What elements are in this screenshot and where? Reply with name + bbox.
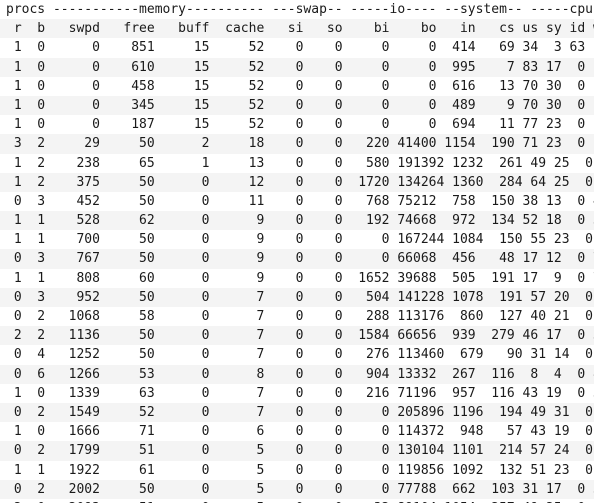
table-row: 1 0 0 187 15 52 0 0 0 0 694 11 77 23 0 0… — [0, 115, 594, 135]
table-row: 1 1 808 60 0 9 0 0 1652 39688 505 191 17… — [0, 268, 594, 288]
table-row: 1 0 1666 71 0 6 0 0 0 114372 948 57 43 1… — [0, 422, 594, 442]
table-row: 0 6 1266 53 0 8 0 0 904 13332 267 116 8 … — [0, 364, 594, 384]
table-row: 0 3 452 50 0 11 0 0 768 75212 758 150 38… — [0, 191, 594, 212]
table-row: 0 4 1252 50 0 7 0 0 276 113460 679 90 31… — [0, 345, 594, 365]
table-row: 1 2 238 65 1 13 0 0 580 191392 1232 261 … — [0, 153, 594, 173]
table-row: 1 1 528 62 0 9 0 0 192 74668 972 134 52 … — [0, 211, 594, 231]
terminal-output[interactable]: procs -----------memory---------- ---swa… — [0, 0, 594, 503]
table-row: 1 0 0 345 15 52 0 0 0 0 489 9 70 30 0 0 … — [0, 95, 594, 116]
table-row: 1 0 0 851 15 52 0 0 0 0 414 69 34 3 63 0… — [0, 38, 594, 58]
table-row: 0 3 952 50 0 7 0 0 504 141228 1078 191 5… — [0, 287, 594, 307]
table-row: 0 2 1549 52 0 7 0 0 0 205896 1196 194 49… — [0, 402, 594, 423]
table-row: 2 0 2093 51 0 5 0 0 32 89104 1054 257 49… — [0, 498, 594, 503]
column-group-header: procs -----------memory---------- ---swa… — [0, 0, 594, 20]
table-row: 0 3 767 50 0 9 0 0 0 66068 456 48 17 12 … — [0, 249, 594, 269]
table-row: 0 2 2002 50 0 5 0 0 0 77788 662 103 31 1… — [0, 479, 594, 499]
table-row: 0 2 1068 58 0 7 0 0 288 113176 860 127 4… — [0, 307, 594, 327]
table-row: 1 0 1339 63 0 7 0 0 216 71196 957 116 43… — [0, 383, 594, 403]
table-row: 1 0 0 458 15 52 0 0 0 0 616 13 70 30 0 0… — [0, 76, 594, 96]
terminal-rows: 1 0 0 851 15 52 0 0 0 0 414 69 34 3 63 0… — [0, 38, 594, 503]
table-row: 1 1 700 50 0 9 0 0 0 167244 1084 150 55 … — [0, 230, 594, 250]
column-header: r b swpd free buff cache si so bi bo in … — [0, 19, 594, 39]
table-row: 3 2 29 50 2 18 0 0 220 41400 1154 190 71… — [0, 134, 594, 154]
table-row: 2 2 1136 50 0 7 0 0 1584 66656 939 279 4… — [0, 326, 594, 346]
table-row: 1 2 375 50 0 12 0 0 1720 134264 1360 284… — [0, 172, 594, 192]
table-row: 1 1 1922 61 0 5 0 0 0 119856 1092 132 51… — [0, 460, 594, 480]
table-row: 0 2 1799 51 0 5 0 0 0 130104 1101 214 57… — [0, 441, 594, 461]
table-row: 1 0 0 610 15 52 0 0 0 0 995 7 83 17 0 0 … — [0, 57, 594, 77]
